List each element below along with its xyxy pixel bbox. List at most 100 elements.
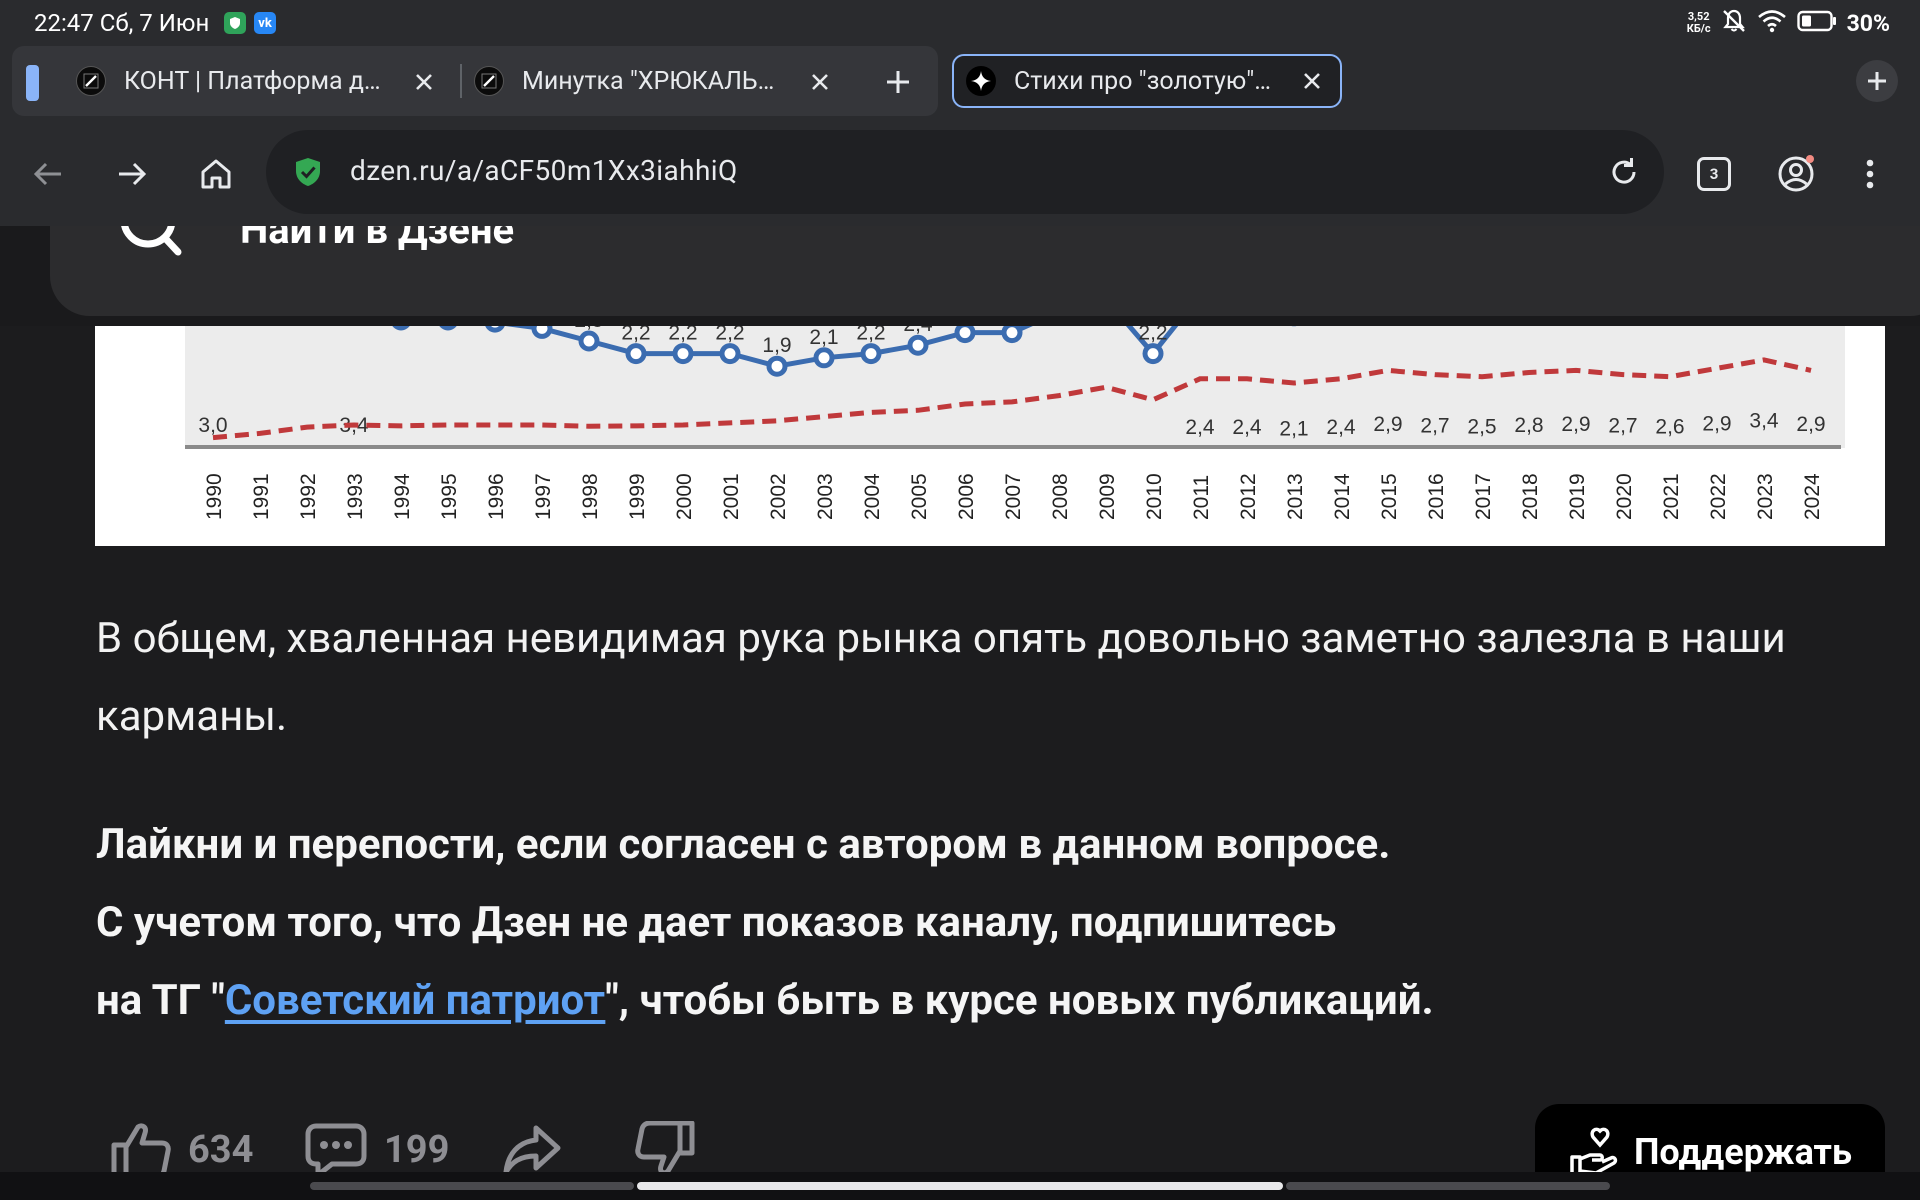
x-tick-label: 1993 [344,473,367,520]
menu-button[interactable] [1844,148,1896,200]
tab-close-button[interactable] [802,64,838,100]
comment-bubble-icon [305,1123,367,1178]
x-tick-label: 2019 [1566,473,1589,520]
x-tick-label: 2016 [1425,473,1448,520]
add-tab-to-group-button[interactable] [878,62,918,102]
data-point [672,343,694,365]
like-button[interactable]: 634 [110,1120,253,1180]
battery-percent: 30% [1846,9,1890,37]
reload-button[interactable] [1598,146,1650,198]
data-label: 2,9 [1373,413,1402,436]
x-tick-label: 1994 [391,473,414,520]
x-tick-label: 1996 [485,473,508,520]
x-tick-label: 1998 [579,473,602,520]
tab-close-button[interactable] [406,64,442,100]
article-body: В общем, хваленная невидимая рука рынка … [96,600,1896,1040]
x-tick-label: 1992 [297,473,320,520]
cta-line: на ТГ "Советский патриот", чтобы быть в … [96,962,1896,1040]
cta-suffix: ", чтобы быть в курсе новых публикаций. [605,976,1434,1025]
status-bar: 22:47 Сб, 7 Июн vk 3,52 КБ/с 30% [0,0,1920,46]
dzen-header: Найти в Дзене [0,226,1920,326]
tab-close-button[interactable] [1294,63,1330,99]
x-tick-label: 2004 [861,473,884,520]
close-icon [1304,73,1320,89]
comments-button[interactable]: 199 [304,1120,449,1180]
x-tick-label: 2003 [814,473,837,520]
data-point [813,347,835,369]
x-tick-label: 1997 [532,473,555,520]
nav-pill [1286,1182,1610,1190]
search-icon [121,226,182,256]
x-tick-label: 2007 [1002,473,1025,520]
close-icon [416,74,432,90]
tab-minutka[interactable]: Минутка "ХРЮКАЛЬ… [474,46,854,116]
tab-kont-platform[interactable]: КОНТ | Платформа д… [76,46,456,116]
x-tick-label: 1990 [203,473,226,520]
back-button[interactable] [22,148,74,200]
data-point [860,343,882,365]
x-tick-label: 2023 [1754,473,1777,520]
net-speed: 3,52 КБ/с [1686,10,1711,35]
home-button[interactable] [190,148,242,200]
data-point [531,326,553,339]
account-circle-icon [1778,155,1814,192]
tab-group-indicator[interactable] [26,65,39,101]
thumb-down-icon [635,1121,695,1176]
x-tick-label: 2018 [1519,473,1542,520]
home-gesture-handle[interactable] [637,1182,1283,1190]
share-button[interactable] [502,1120,562,1180]
dislike-button[interactable] [634,1120,696,1180]
data-point [485,326,505,333]
nav-pill [310,1182,634,1190]
x-tick-label: 2002 [767,473,790,520]
tab-switcher-button[interactable]: 3 [1688,148,1740,200]
data-point [625,343,647,365]
more-vert-icon [1866,159,1874,189]
new-tab-group-button[interactable] [1856,60,1898,102]
data-label: 2,2 [1138,326,1167,345]
x-tick-label: 2012 [1237,473,1260,520]
data-label: 2,9 [1561,413,1590,436]
forward-button[interactable] [106,148,158,200]
x-tick-label: 2015 [1378,473,1401,520]
profile-button[interactable] [1770,148,1822,200]
tab-strip: КОНТ | Платформа д… Минутка "ХРЮКАЛЬ… Ст… [0,46,1920,122]
data-label: 2,5 [574,326,603,332]
close-icon [812,74,828,90]
data-label: 2,4 [1326,416,1356,439]
tab-separator [460,64,462,98]
kont-favicon-icon [474,66,504,96]
data-point [954,326,976,344]
secure-shield-icon [296,158,320,186]
data-label: 2,4 [1232,416,1262,439]
x-tick-label: 2006 [955,473,978,520]
data-label: 2,4 [1185,416,1215,439]
dzen-search-bar[interactable]: Найти в Дзене [50,226,1920,316]
plot-area [185,326,1845,448]
data-label: 1,9 [762,334,791,357]
x-tick-label: 1999 [626,473,649,520]
cta-prefix: на ТГ " [96,976,225,1025]
tab-title: Стихи про "золотую"… [1014,66,1272,96]
x-tick-label: 2017 [1472,473,1495,520]
dzen-favicon-icon [966,66,996,96]
battery-icon [1796,10,1837,36]
data-label: 2,5 [1467,415,1496,438]
call-to-action: Лайкни и перепости, если согласен с авто… [96,806,1896,1040]
support-label: Поддержать [1633,1131,1853,1173]
arrow-back-icon [33,162,61,186]
wifi-icon [1757,9,1787,37]
article-paragraph: В общем, хваленная невидимая рука рынка … [96,614,1786,741]
url-text[interactable]: dzen.ru/a/aCF50m1Xx3iahhiQ [350,154,738,187]
data-label: 2,8 [1514,414,1543,437]
address-bar[interactable]: dzen.ru/a/aCF50m1Xx3iahhiQ [266,130,1664,214]
plus-icon [887,71,909,93]
cta-line: С учетом того, что Дзен не дает показов … [96,898,1337,947]
tab-active-dzen[interactable]: Стихи про "золотую"… [952,54,1342,108]
home-icon [201,159,231,189]
vk-icon: vk [254,12,276,34]
data-label: 2,9 [1702,413,1731,436]
x-tick-label: 2011 [1190,475,1213,520]
telegram-channel-link[interactable]: Советский патриот [225,976,606,1025]
x-tick-label: 2021 [1660,473,1683,520]
